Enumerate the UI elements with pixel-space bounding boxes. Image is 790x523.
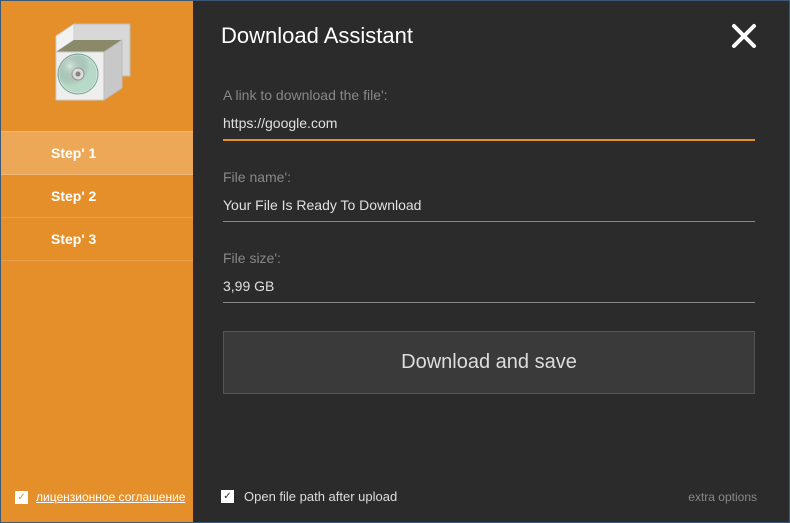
license-row: ✓ лицензионное соглашение <box>15 490 185 504</box>
download-save-button[interactable]: Download and save <box>223 331 755 394</box>
main-panel: Download Assistant A link to download th… <box>193 1 789 522</box>
filename-input[interactable] <box>223 197 755 213</box>
link-field: A link to download the file': <box>223 87 755 141</box>
step-3[interactable]: Step' 3 <box>1 218 193 261</box>
license-agreement-link[interactable]: лицензионное соглашение <box>36 490 185 504</box>
form-area: A link to download the file': File name'… <box>221 87 757 394</box>
installer-box-icon <box>1 1 193 131</box>
steps-list: Step' 1 Step' 2 Step' 3 <box>1 131 193 261</box>
footer: ✓ Open file path after upload extra opti… <box>221 489 757 504</box>
step-1[interactable]: Step' 1 <box>1 131 193 175</box>
header: Download Assistant <box>221 23 757 49</box>
link-input[interactable] <box>223 115 755 131</box>
filename-field: File name': <box>223 169 755 222</box>
extra-options-link[interactable]: extra options <box>688 490 757 504</box>
filesize-label: File size': <box>223 250 755 266</box>
sidebar: Step' 1 Step' 2 Step' 3 ✓ лицензионное с… <box>1 1 193 522</box>
license-checkbox[interactable]: ✓ <box>15 491 28 504</box>
filename-label: File name': <box>223 169 755 185</box>
link-label: A link to download the file': <box>223 87 755 103</box>
close-icon[interactable] <box>731 23 757 49</box>
filesize-input[interactable] <box>223 278 755 294</box>
open-path-checkbox[interactable]: ✓ <box>221 490 234 503</box>
open-path-checkbox-row[interactable]: ✓ Open file path after upload <box>221 489 397 504</box>
page-title: Download Assistant <box>221 23 413 49</box>
step-2[interactable]: Step' 2 <box>1 175 193 218</box>
open-path-label: Open file path after upload <box>244 489 397 504</box>
filesize-field: File size': <box>223 250 755 303</box>
